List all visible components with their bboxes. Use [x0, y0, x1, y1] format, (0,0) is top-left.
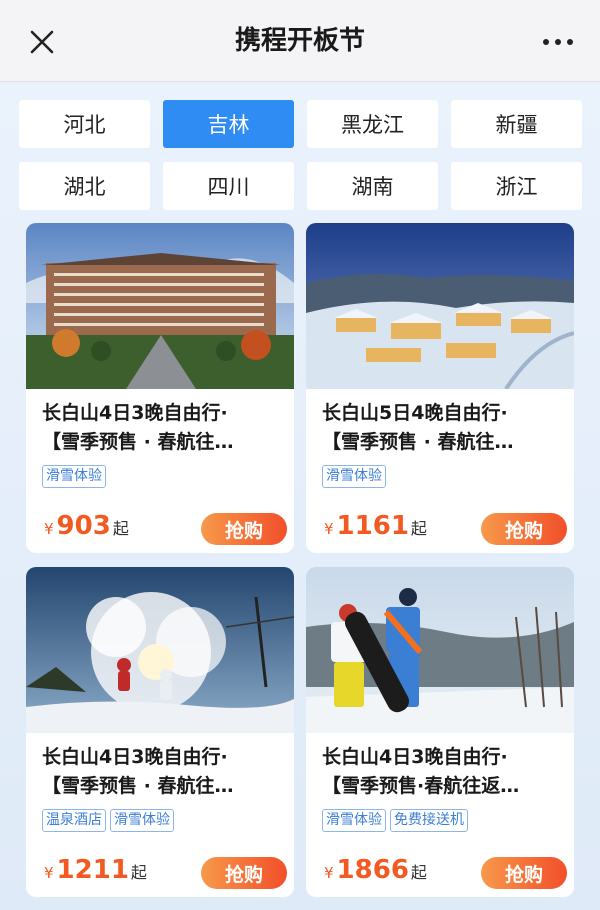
hotel-resort-photo — [26, 223, 294, 389]
region-tab[interactable]: 四川 — [163, 162, 294, 210]
tag: 滑雪体验 — [322, 465, 386, 488]
more-options-icon[interactable] — [538, 26, 578, 58]
price: 903 — [56, 511, 111, 541]
price-suffix: 起 — [112, 519, 129, 538]
buy-button[interactable]: 抢购 — [481, 513, 567, 545]
product-subtitle: 【雪季预售 · 春航往… — [322, 431, 514, 453]
product-subtitle: 【雪季预售·春航往返… — [322, 775, 520, 797]
currency-symbol: ¥ — [44, 520, 54, 538]
tag-list: 温泉酒店 滑雪体验 — [26, 801, 294, 832]
product-card[interactable]: 长白山4日3晚自由行· 【雪季预售·春航往返… 滑雪体验 免费接送机 ¥ 186… — [306, 567, 574, 897]
region-tab-active[interactable]: 吉林 — [163, 100, 294, 148]
product-subtitle: 【雪季预售 · 春航往… — [42, 431, 234, 453]
price-suffix: 起 — [410, 519, 427, 538]
buy-button[interactable]: 抢购 — [201, 513, 287, 545]
buy-button[interactable]: 抢购 — [481, 857, 567, 889]
region-tab[interactable]: 黑龙江 — [307, 100, 438, 148]
price: 1161 — [336, 511, 409, 541]
tag-list: 滑雪体验 — [306, 457, 574, 488]
price-row: ¥ 1161 起 — [324, 511, 427, 541]
price-suffix: 起 — [130, 863, 147, 882]
tag: 滑雪体验 — [110, 809, 174, 832]
currency-symbol: ¥ — [44, 864, 54, 882]
price-row: ¥ 903 起 — [44, 511, 129, 541]
product-subtitle: 【雪季预售 · 春航往… — [42, 775, 234, 797]
close-icon[interactable] — [22, 22, 62, 62]
tag: 免费接送机 — [390, 809, 468, 832]
region-tab[interactable]: 浙江 — [451, 162, 582, 210]
product-title: 长白山4日3晚自由行· — [42, 746, 228, 768]
tag-list: 滑雪体验 — [26, 457, 294, 488]
product-title: 长白山4日3晚自由行· — [322, 746, 508, 768]
region-tab[interactable]: 河北 — [19, 100, 150, 148]
currency-symbol: ¥ — [324, 520, 334, 538]
price: 1211 — [56, 855, 129, 885]
product-card[interactable]: 长白山4日3晚自由行· 【雪季预售 · 春航往… 温泉酒店 滑雪体验 ¥ 121… — [26, 567, 294, 897]
price: 1866 — [336, 855, 409, 885]
price-suffix: 起 — [410, 863, 427, 882]
region-filter: 河北 吉林 黑龙江 新疆 湖北 四川 湖南 浙江 — [19, 100, 582, 210]
snow-village-night-photo — [306, 223, 574, 389]
main-content: 河北 吉林 黑龙江 新疆 湖北 四川 湖南 浙江 长白山4日3晚自由行· 【雪季 — [0, 83, 600, 910]
price-row: ¥ 1866 起 — [324, 855, 427, 885]
page-title: 携程开板节 — [234, 26, 365, 56]
buy-button[interactable]: 抢购 — [201, 857, 287, 889]
tag: 滑雪体验 — [42, 465, 106, 488]
price-row: ¥ 1211 起 — [44, 855, 147, 885]
region-tab[interactable]: 湖北 — [19, 162, 150, 210]
currency-symbol: ¥ — [324, 864, 334, 882]
tag-list: 滑雪体验 免费接送机 — [306, 801, 574, 832]
product-card[interactable]: 长白山4日3晚自由行· 【雪季预售 · 春航往… 滑雪体验 ¥ 903 起 抢购 — [26, 223, 294, 553]
splash-water-freeze-photo — [26, 567, 294, 733]
tag: 滑雪体验 — [322, 809, 386, 832]
tag: 温泉酒店 — [42, 809, 106, 832]
product-card[interactable]: 长白山5日4晚自由行· 【雪季预售 · 春航往… 滑雪体验 ¥ 1161 起 抢… — [306, 223, 574, 553]
product-title: 长白山5日4晚自由行· — [322, 402, 508, 424]
region-tab[interactable]: 湖南 — [307, 162, 438, 210]
product-title: 长白山4日3晚自由行· — [42, 402, 228, 424]
region-tab[interactable]: 新疆 — [451, 100, 582, 148]
top-bar: 携程开板节 — [0, 0, 600, 82]
snowboarders-photo — [306, 567, 574, 733]
